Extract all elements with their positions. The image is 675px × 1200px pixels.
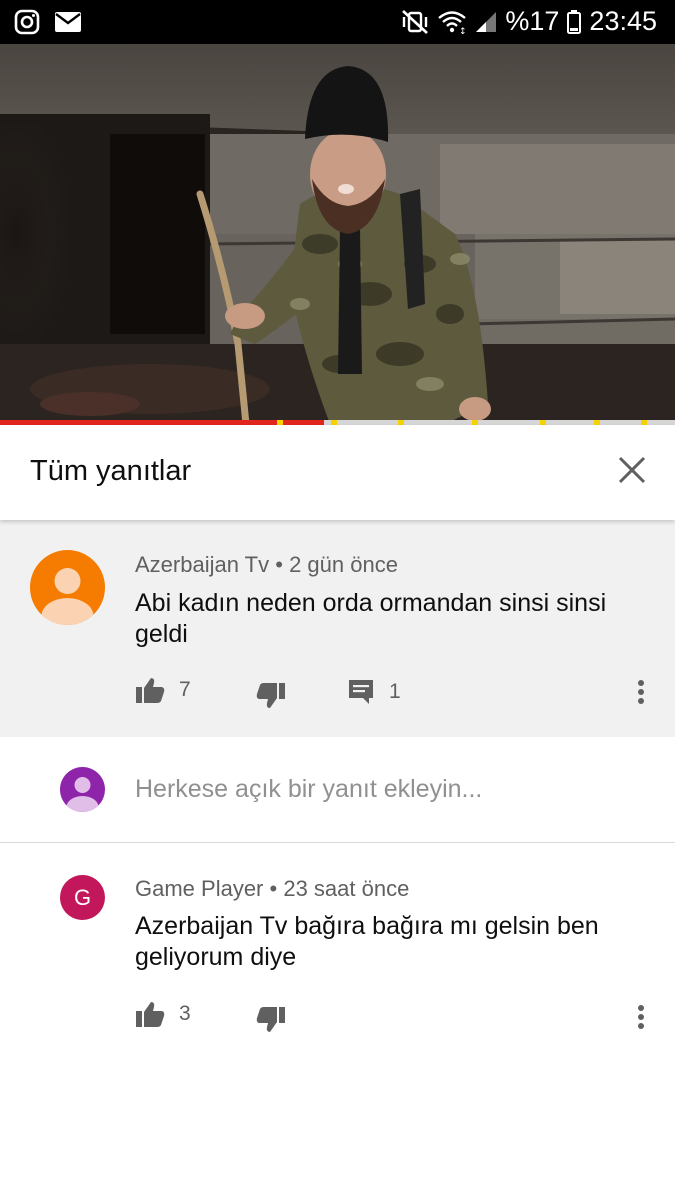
- close-icon: [618, 456, 646, 484]
- thumbs-down-icon: [256, 1007, 285, 1032]
- reply-input[interactable]: [135, 775, 635, 804]
- video-frame: [0, 44, 675, 424]
- signal-icon: [475, 11, 497, 33]
- mail-icon: [54, 11, 82, 38]
- close-button[interactable]: [617, 455, 647, 485]
- comment-time: 23 saat önce: [283, 876, 410, 901]
- comment-text: Azerbaijan Tv bağıra bağıra mı gelsin be…: [135, 912, 599, 971]
- comment-author[interactable]: Game Player: [135, 876, 263, 901]
- comment-author[interactable]: Azerbaijan Tv: [135, 552, 269, 577]
- like-count: 3: [179, 1002, 191, 1025]
- more-options-button[interactable]: [631, 1001, 651, 1033]
- dislike-button[interactable]: [256, 1006, 286, 1034]
- battery-icon: [567, 9, 582, 34]
- dislike-button[interactable]: [256, 682, 286, 710]
- more-vert-icon: [638, 680, 644, 704]
- default-user-icon: [66, 777, 99, 812]
- thumbs-up-icon: [136, 1002, 165, 1027]
- instagram-icon: [14, 9, 40, 40]
- status-bar: ↕ %17 23:45: [0, 0, 675, 44]
- like-button[interactable]: 3: [135, 1000, 191, 1028]
- page-title: Tüm yanıtlar: [30, 455, 192, 487]
- current-user-avatar: [60, 767, 105, 812]
- thumbs-down-icon: [256, 683, 285, 708]
- default-user-icon: [41, 568, 94, 625]
- comment-meta: Azerbaijan Tv • 2 gün önce: [135, 552, 398, 578]
- comment-time: 2 gün önce: [289, 552, 398, 577]
- comment-text: Abi kadın neden orda ormandan sinsi sins…: [135, 589, 607, 648]
- comment-meta: Game Player • 23 saat önce: [135, 876, 409, 902]
- comment-icon: [349, 680, 373, 704]
- svg-text:↕: ↕: [459, 27, 467, 34]
- avatar[interactable]: G: [60, 875, 105, 920]
- more-vert-icon: [638, 1005, 644, 1029]
- like-count: 7: [179, 678, 191, 701]
- meta-separator: •: [275, 552, 283, 577]
- more-options-button[interactable]: [631, 676, 651, 708]
- clock: 23:45: [589, 6, 657, 36]
- reply-count: 1: [389, 680, 401, 703]
- meta-separator: •: [269, 876, 278, 901]
- parent-comment: Azerbaijan Tv • 2 gün önce Abi kadın ned…: [0, 520, 675, 737]
- mute-vibrate-icon: [401, 9, 429, 35]
- avatar[interactable]: [30, 550, 105, 625]
- wifi-icon: ↕: [437, 10, 467, 34]
- reply-button[interactable]: 1: [347, 678, 401, 706]
- thumbs-up-icon: [136, 678, 165, 703]
- video-player[interactable]: [0, 44, 675, 424]
- battery-text: %17: [505, 6, 560, 36]
- like-button[interactable]: 7: [135, 676, 191, 704]
- reply-box: [0, 737, 675, 843]
- replies-header: Tüm yanıtlar: [0, 425, 675, 520]
